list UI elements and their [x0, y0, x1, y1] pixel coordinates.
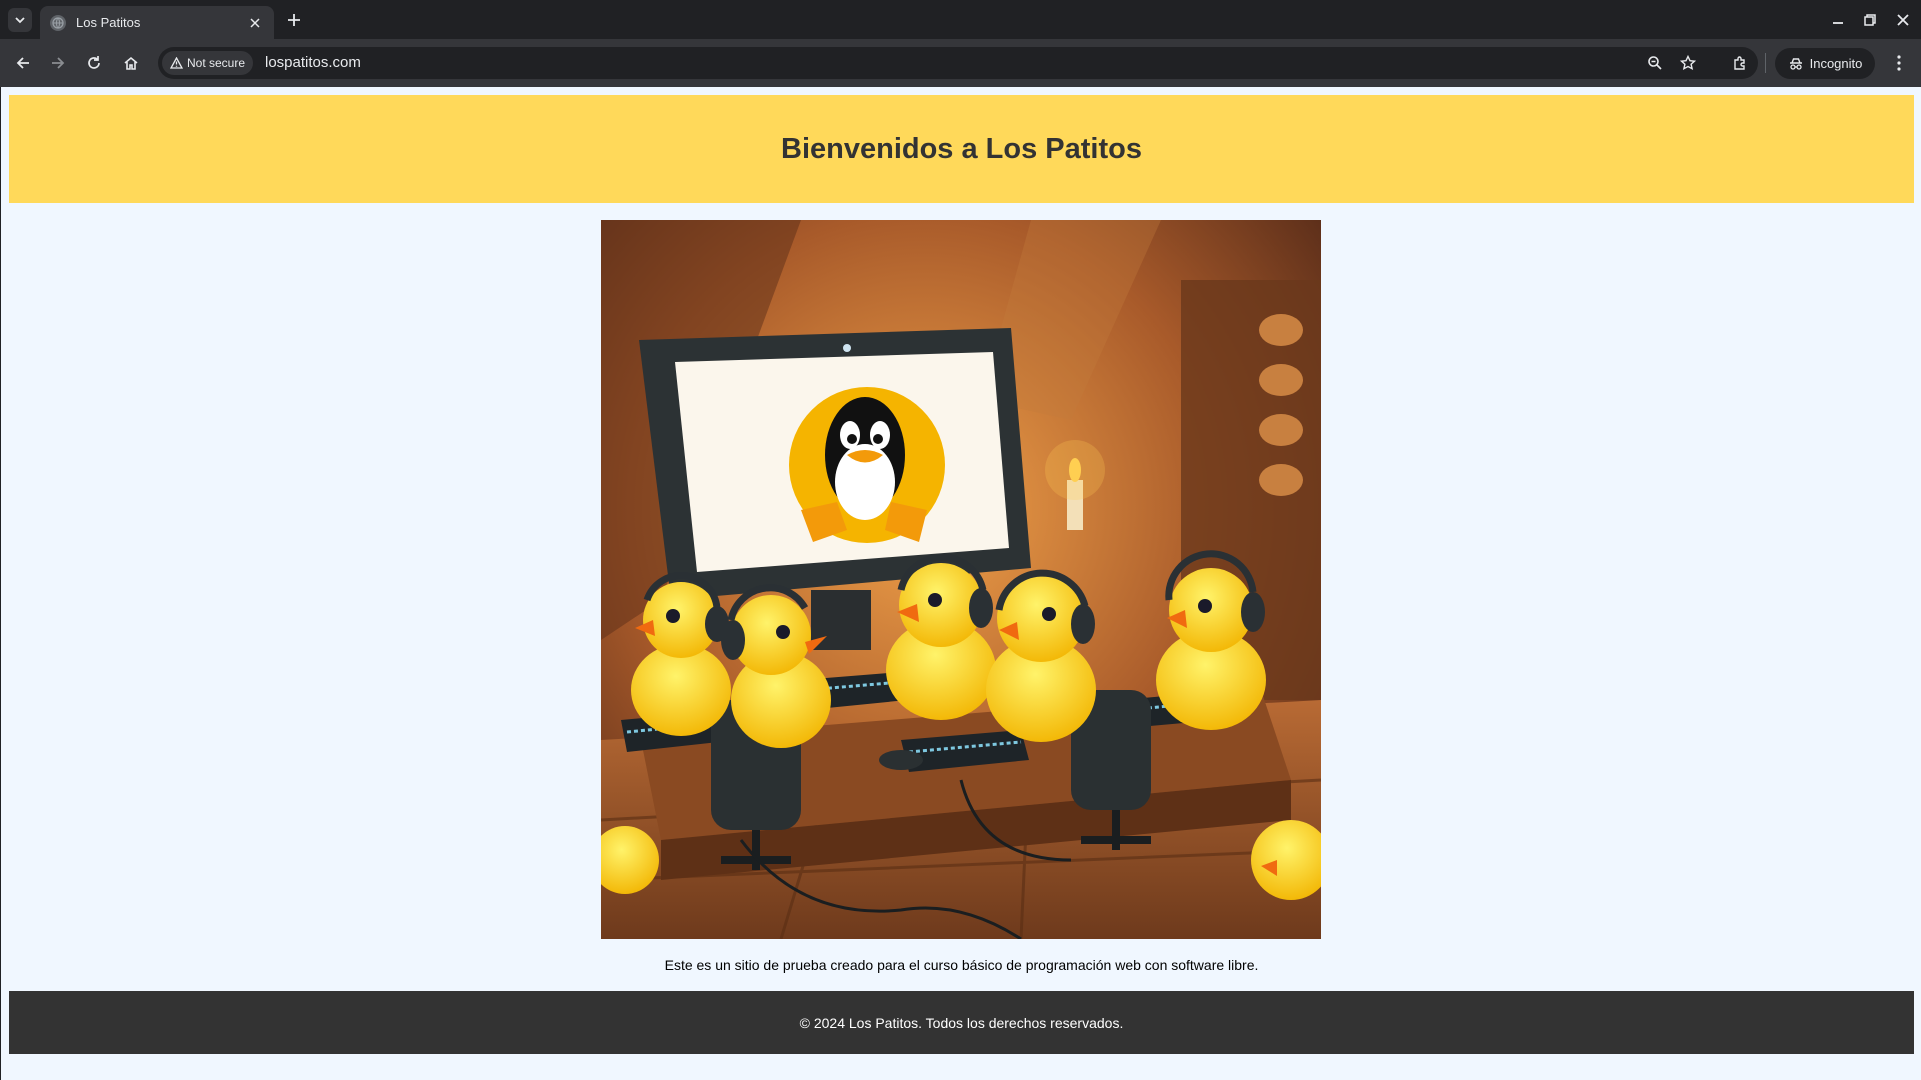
site-header: Bienvenidos a Los Patitos: [9, 95, 1914, 203]
page-viewport: Bienvenidos a Los Patitos Este es un sit…: [0, 87, 1921, 1080]
browser-tab-strip: Los Patitos: [0, 0, 1921, 39]
more-vertical-icon: [1897, 55, 1901, 71]
new-tab-button[interactable]: [282, 8, 306, 32]
ducks-at-computers-illustration: [601, 220, 1321, 939]
globe-icon: [50, 14, 66, 31]
restore-icon: [1864, 14, 1876, 26]
site-info-chip[interactable]: Not secure: [162, 51, 254, 75]
home-icon: [124, 56, 138, 70]
warning-icon: [170, 57, 183, 69]
site-footer: © 2024 Los Patitos. Todos los derechos r…: [9, 991, 1914, 1054]
extensions-button[interactable]: [1727, 50, 1753, 76]
copyright-text: © 2024 Los Patitos. Todos los derechos r…: [799, 1014, 1124, 1031]
url-text[interactable]: lospatitos.com: [265, 47, 361, 79]
chevron-down-icon: [15, 17, 25, 24]
home-button[interactable]: [118, 50, 144, 76]
forward-button[interactable]: [45, 50, 71, 76]
close-icon: [250, 17, 260, 28]
incognito-profile-chip[interactable]: Incognito: [1775, 48, 1875, 79]
profile-label: Incognito: [1809, 56, 1863, 71]
bookmark-button[interactable]: [1678, 53, 1698, 73]
zoom-out-icon: [1648, 56, 1662, 70]
minimize-icon: [1833, 22, 1843, 24]
incognito-icon: [1789, 57, 1802, 70]
close-tab-button[interactable]: [246, 14, 264, 32]
star-icon: [1680, 55, 1696, 71]
arrow-right-icon: [52, 57, 65, 69]
minimize-button[interactable]: [1828, 10, 1848, 30]
tab-title: Los Patitos: [76, 15, 141, 30]
page-caption: Este es un sitio de prueba creado para e…: [664, 957, 1259, 973]
browser-tab[interactable]: Los Patitos: [40, 6, 274, 39]
close-icon: [1897, 14, 1909, 26]
puzzle-icon: [1734, 56, 1745, 70]
toolbar-divider: [1765, 53, 1766, 73]
restore-button[interactable]: [1860, 10, 1880, 30]
close-window-button[interactable]: [1893, 10, 1913, 30]
arrow-left-icon: [16, 57, 29, 69]
hero-image: [601, 220, 1321, 939]
plus-icon: [288, 14, 300, 26]
page-title: Bienvenidos a Los Patitos: [781, 132, 1142, 165]
back-button[interactable]: [10, 50, 36, 76]
browser-toolbar: Not secure lospatitos.com: [0, 39, 1921, 87]
browser-menu-button[interactable]: [1887, 50, 1911, 76]
reload-button[interactable]: [81, 50, 107, 76]
tab-search-button[interactable]: [8, 8, 32, 32]
reload-icon: [88, 56, 100, 69]
address-bar[interactable]: Not secure lospatitos.com: [158, 47, 1758, 79]
zoom-button[interactable]: [1645, 53, 1665, 73]
security-label: Not secure: [187, 56, 246, 70]
